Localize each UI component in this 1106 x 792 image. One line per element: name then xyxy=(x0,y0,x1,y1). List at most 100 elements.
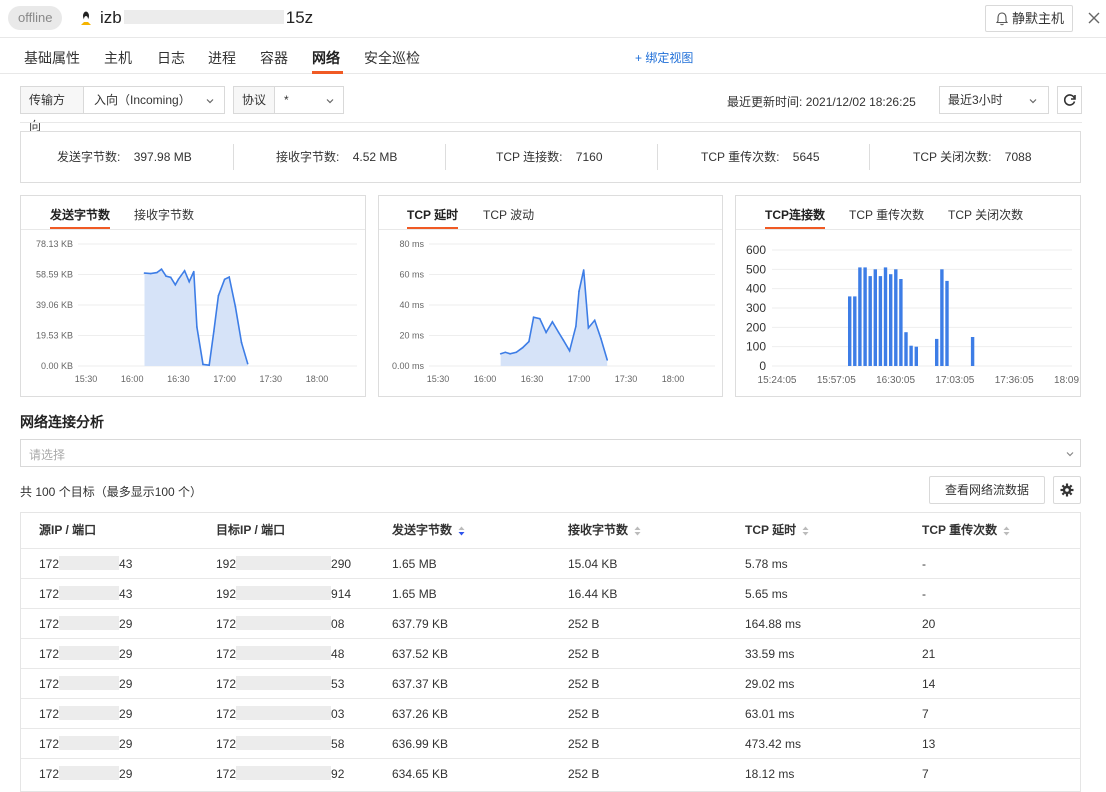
divider xyxy=(657,144,658,170)
tcp-retrans: 7 xyxy=(922,707,929,721)
x-tick-label: 16:30 xyxy=(521,374,544,384)
target-ip: 192 290 xyxy=(216,549,351,579)
chart-tab-tcp-retrans[interactable]: TCP 重传次数 xyxy=(849,206,924,230)
bar xyxy=(848,296,852,366)
chart-tab-tcp-latency[interactable]: TCP 延时 xyxy=(407,206,459,230)
table-row[interactable]: 172 43 192 914 1.65 MB 16.44 KB 5.65 ms - xyxy=(21,578,1080,608)
protocol-select[interactable]: 协议 * xyxy=(233,86,344,114)
tcp-latency: 5.78 ms xyxy=(745,557,788,571)
tcp-retrans: 21 xyxy=(922,647,936,661)
tab-process[interactable]: 进程 xyxy=(208,48,236,74)
table-row[interactable]: 172 29 172 58 636.99 KB 252 B 473.42 ms 13 xyxy=(21,728,1080,758)
data-point xyxy=(606,359,608,361)
data-point xyxy=(562,339,565,341)
stat-value: 397.98 MB xyxy=(133,150,192,164)
time-range-select[interactable]: 最近3小时 xyxy=(939,86,1049,114)
col-retrans[interactable]: TCP 重传次数 xyxy=(922,513,1010,548)
sort-icon[interactable] xyxy=(634,526,641,536)
redaction-mask xyxy=(59,676,120,690)
ip-prefix: 172 xyxy=(39,587,60,601)
recv-bytes: 252 B xyxy=(568,617,600,631)
tcp-retrans: 14 xyxy=(922,677,936,691)
time-range-value: 最近3小时 xyxy=(948,93,1003,107)
refresh-button[interactable] xyxy=(1057,86,1082,114)
bind-view-link[interactable]: + 绑定视图 xyxy=(635,49,693,66)
y-tick-label: 80 ms xyxy=(399,239,424,249)
sort-icon[interactable] xyxy=(802,526,809,536)
table-row[interactable]: 172 29 172 53 637.37 KB 252 B 29.02 ms 14 xyxy=(21,668,1080,698)
tab-logs[interactable]: 日志 xyxy=(157,48,185,74)
table-row[interactable]: 172 29 172 08 637.79 KB 252 B 164.88 ms 20 xyxy=(21,608,1080,638)
data-point xyxy=(174,284,177,286)
data-point xyxy=(156,271,158,274)
y-tick-label: 78.13 KB xyxy=(36,239,73,249)
y-tick-label: 500 xyxy=(746,262,766,276)
table-row[interactable]: 172 29 172 92 634.65 KB 252 B 18.12 ms 7 xyxy=(21,758,1080,788)
main-tabs: 基础属性 主机 日志 进程 容器 网络 安全巡检 + 绑定视图 xyxy=(0,39,1106,74)
tab-container[interactable]: 容器 xyxy=(260,48,288,74)
table-row[interactable]: 172 29 172 03 637.26 KB 252 B 63.01 ms 7 xyxy=(21,698,1080,728)
linux-icon xyxy=(81,11,91,25)
col-recv[interactable]: 接收字节数 xyxy=(568,513,641,548)
data-point xyxy=(143,272,146,274)
data-point xyxy=(165,275,167,278)
port-suffix: 92 xyxy=(331,767,345,781)
sent-bytes: 634.65 KB xyxy=(392,767,449,781)
data-point xyxy=(551,320,554,323)
tab-security[interactable]: 安全巡检 xyxy=(364,48,420,74)
x-tick-label: 17:30 xyxy=(615,374,638,384)
sent-bytes: 637.26 KB xyxy=(392,707,449,721)
data-point xyxy=(575,325,577,328)
ip-prefix: 172 xyxy=(216,677,237,691)
sent-bytes: 636.99 KB xyxy=(392,737,449,751)
table-row[interactable]: 172 43 192 290 1.65 MB 15.04 KB 5.78 ms - xyxy=(21,548,1080,578)
x-tick-label: 17:00 xyxy=(568,374,591,384)
target-select[interactable]: 请选择 xyxy=(20,439,1081,467)
col-sent[interactable]: 发送字节数 xyxy=(392,513,465,548)
data-point xyxy=(509,353,511,355)
data-point xyxy=(213,330,215,333)
col-latency[interactable]: TCP 延时 xyxy=(745,513,809,548)
bar xyxy=(940,269,944,366)
silent-host-button[interactable]: 静默主机 xyxy=(985,5,1073,32)
sort-desc-icon[interactable] xyxy=(458,526,465,536)
tab-basic[interactable]: 基础属性 xyxy=(24,48,80,74)
redaction-mask xyxy=(59,706,120,720)
x-tick-label: 18:09:06 xyxy=(1054,375,1080,386)
stat-value: 7088 xyxy=(1004,150,1032,164)
tab-network[interactable]: 网络 xyxy=(312,48,343,74)
bar xyxy=(945,280,949,366)
chart-tab-tcp-jitter[interactable]: TCP 波动 xyxy=(483,206,534,230)
chart-tab-tcp-conn[interactable]: TCP连接数 xyxy=(765,206,826,230)
ip-prefix: 172 xyxy=(216,737,237,751)
direction-select[interactable]: 传输方向 入向（Incoming） xyxy=(20,86,225,133)
last-update: 最近更新时间: 2021/12/02 18:26:25 xyxy=(727,93,916,110)
port-suffix: 43 xyxy=(119,587,133,601)
tab-host[interactable]: 主机 xyxy=(104,48,132,74)
chart-tab-tcp-close[interactable]: TCP 关闭次数 xyxy=(948,206,1023,230)
port-suffix: 290 xyxy=(331,557,352,571)
sort-icon[interactable] xyxy=(1003,526,1010,536)
settings-button[interactable] xyxy=(1053,476,1081,504)
bar xyxy=(914,346,918,366)
y-tick-label: 0.00 KB xyxy=(41,361,73,371)
chart-tab-sent-bytes[interactable]: 发送字节数 xyxy=(50,206,111,230)
recv-bytes: 16.44 KB xyxy=(568,587,618,601)
chart-panel-connections: TCP连接数 TCP 重传次数 TCP 关闭次数 600 500 400 300 200… xyxy=(735,195,1081,397)
data-point xyxy=(539,317,541,320)
chart-tab-recv-bytes[interactable]: 接收字节数 xyxy=(134,206,194,230)
close-icon[interactable] xyxy=(1086,9,1102,27)
redaction-mask xyxy=(236,556,332,570)
target-ip: 172 58 xyxy=(216,729,344,759)
table-row[interactable]: 172 29 172 48 637.52 KB 252 B 33.59 ms 21 xyxy=(21,638,1080,668)
status-badge: offline xyxy=(8,6,63,30)
x-tick-label: 15:30 xyxy=(427,374,450,384)
source-ip: 172 29 xyxy=(39,729,132,759)
silent-host-label: 静默主机 xyxy=(1012,11,1065,26)
protocol-value: * xyxy=(284,93,289,107)
section-title: 网络连接分析 xyxy=(20,414,104,430)
target-count: 共 100 个目标（最多显示100 个） xyxy=(20,485,203,499)
view-flow-data-button[interactable]: 查看网络流数据 xyxy=(929,476,1045,504)
ip-prefix: 172 xyxy=(216,707,237,721)
data-point xyxy=(228,276,231,278)
